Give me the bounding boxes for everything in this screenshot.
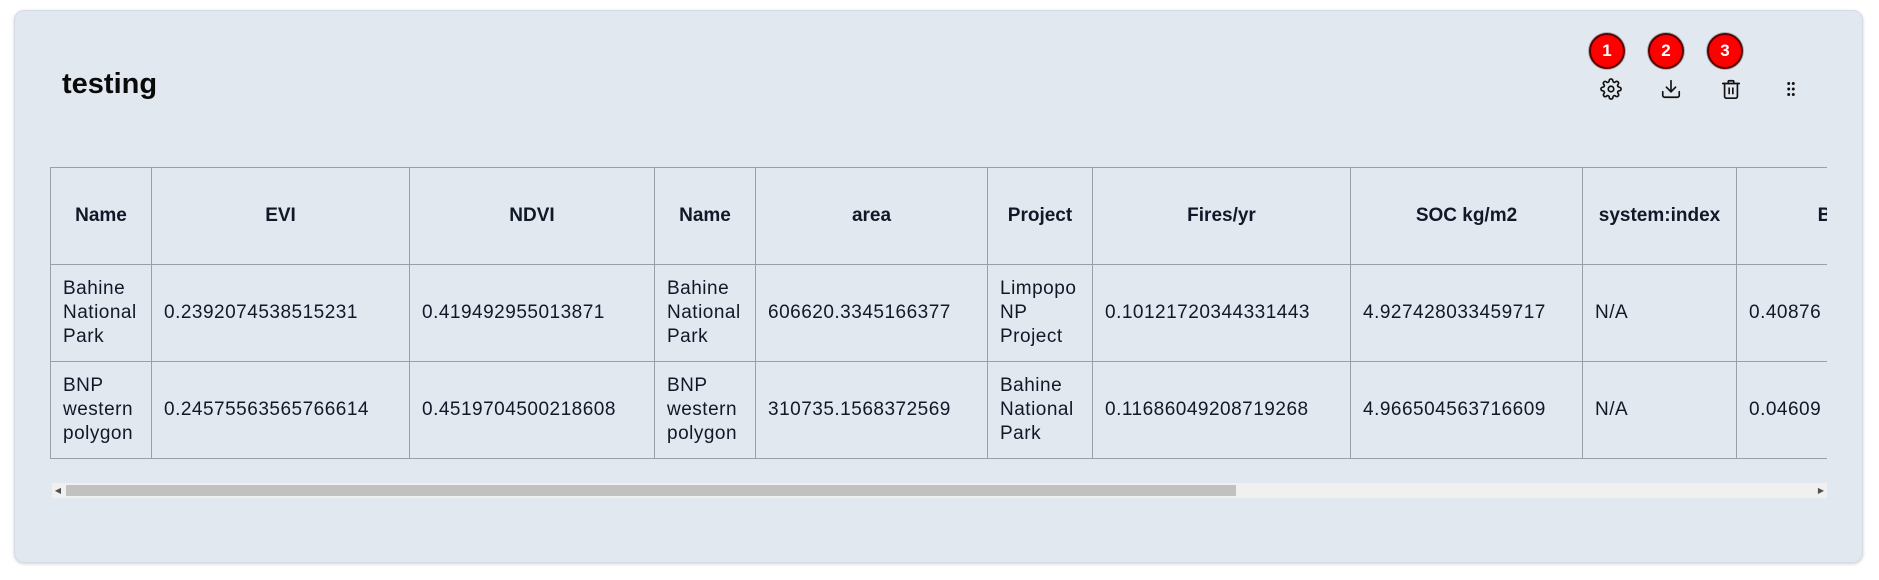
annotation-marker-2: 2 xyxy=(1648,33,1684,69)
download-button[interactable] xyxy=(1658,76,1684,102)
horizontal-scrollbar[interactable]: ◀ ▶ xyxy=(52,483,1827,498)
table-cell: 0.419492955013871 xyxy=(409,264,655,362)
annotation-marker-1: 1 xyxy=(1589,33,1625,69)
trash-icon xyxy=(1721,79,1741,99)
card-title: testing xyxy=(62,68,158,100)
column-header[interactable]: NDVI xyxy=(409,167,655,265)
drag-handle-icon xyxy=(1787,82,1795,96)
table-row: Bahine National Park 0.2392074538515231 … xyxy=(50,264,1827,362)
column-header[interactable]: system:index xyxy=(1582,167,1737,265)
table-cell: BNP western polygon xyxy=(654,361,756,459)
table-cell: 310735.1568372569 xyxy=(755,361,988,459)
table-cell: Limpopo NP Project xyxy=(987,264,1093,362)
table-viewport[interactable]: Name EVI NDVI Name area Project Fires/yr… xyxy=(50,167,1827,459)
table-cell: 0.2392074538515231 xyxy=(151,264,410,362)
scrollbar-thumb[interactable] xyxy=(66,485,1236,496)
table-cell: N/A xyxy=(1582,264,1737,362)
table-cell: BNP western polygon xyxy=(50,361,152,459)
drag-handle[interactable] xyxy=(1778,76,1804,102)
column-header[interactable]: Bar xyxy=(1736,167,1827,265)
data-table: Name EVI NDVI Name area Project Fires/yr… xyxy=(50,167,1827,459)
column-header[interactable]: Fires/yr xyxy=(1092,167,1351,265)
table-header-row: Name EVI NDVI Name area Project Fires/yr… xyxy=(50,167,1827,265)
table-cell: 606620.3345166377 xyxy=(755,264,988,362)
table-cell: Bahine National Park xyxy=(654,264,756,362)
scroll-right-arrow[interactable]: ▶ xyxy=(1815,483,1827,498)
table-cell: 0.24575563565766614 xyxy=(151,361,410,459)
annotation-marker-3: 3 xyxy=(1707,33,1743,69)
table-cell: Bahine National Park xyxy=(50,264,152,362)
column-header[interactable]: area xyxy=(755,167,988,265)
table-cell: 0.04609 xyxy=(1736,361,1827,459)
scroll-left-arrow[interactable]: ◀ xyxy=(52,483,64,498)
download-icon xyxy=(1661,79,1681,99)
table-cell: Bahine National Park xyxy=(987,361,1093,459)
column-header[interactable]: SOC kg/m2 xyxy=(1350,167,1583,265)
table-cell: 4.927428033459717 xyxy=(1350,264,1583,362)
table-cell: 4.966504563716609 xyxy=(1350,361,1583,459)
table-cell: 0.11686049208719268 xyxy=(1092,361,1351,459)
table-cell: 0.10121720344331443 xyxy=(1092,264,1351,362)
delete-button[interactable] xyxy=(1718,76,1744,102)
column-header[interactable]: EVI xyxy=(151,167,410,265)
table-row: BNP western polygon 0.24575563565766614 … xyxy=(50,361,1827,459)
settings-button[interactable] xyxy=(1598,76,1624,102)
column-header[interactable]: Name xyxy=(654,167,756,265)
column-header[interactable]: Project xyxy=(987,167,1093,265)
column-header[interactable]: Name xyxy=(50,167,152,265)
table-cell: N/A xyxy=(1582,361,1737,459)
table-cell: 0.4519704500218608 xyxy=(409,361,655,459)
gear-icon xyxy=(1600,78,1622,100)
table-cell: 0.40876 xyxy=(1736,264,1827,362)
